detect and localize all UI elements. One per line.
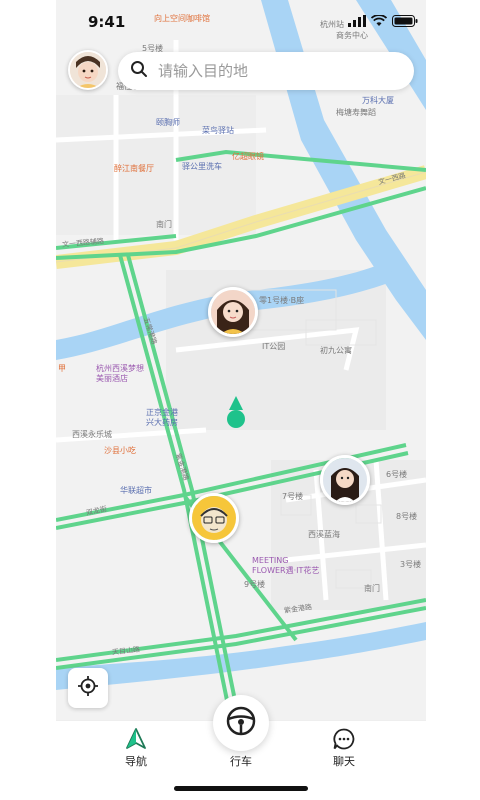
building-label: 3号楼: [400, 560, 422, 569]
user-avatar[interactable]: [68, 50, 108, 90]
poi-label[interactable]: IT公园: [262, 342, 285, 352]
battery-icon: [392, 12, 418, 31]
destination-search-bar[interactable]: [118, 52, 414, 90]
building-label: 6号楼: [386, 470, 408, 479]
friend-avatar[interactable]: [189, 493, 239, 543]
cellular-signal-icon: [348, 12, 366, 31]
chat-bubble-icon: [332, 727, 356, 755]
crosshair-icon: [77, 675, 99, 701]
status-time: 9:41: [88, 13, 126, 31]
poi-label[interactable]: 零1号楼·B座: [259, 296, 304, 306]
screen: 向上空间咖啡馆 杭州站 商务中心 万科大厦 梅塘寿舞蹈 福住小区 颐胸师 菜鸟驿…: [0, 0, 480, 800]
poi-label[interactable]: 兴大药房: [146, 418, 178, 428]
steering-wheel-icon: [225, 705, 257, 741]
building-label: 7号楼: [282, 492, 304, 501]
tab-label: 聊天: [333, 755, 355, 768]
friend-avatar[interactable]: [320, 455, 370, 505]
poi-label[interactable]: MEETING: [252, 556, 288, 566]
locate-me-button[interactable]: [68, 668, 108, 708]
poi-label[interactable]: 南门: [364, 584, 380, 594]
poi-label[interactable]: 梅塘寿舞蹈: [336, 108, 376, 118]
status-bar: 9:41: [56, 0, 426, 40]
poi-label[interactable]: 南门: [156, 220, 172, 230]
poi-label[interactable]: 甲: [58, 364, 66, 374]
poi-label[interactable]: 美丽酒店: [96, 374, 128, 384]
poi-label[interactable]: 醉江南餐厅: [114, 164, 154, 174]
poi-label[interactable]: FLOWER遇·IT花艺: [252, 566, 319, 576]
home-indicator: [174, 786, 308, 791]
poi-label[interactable]: 华联超市: [120, 486, 152, 496]
poi-label[interactable]: 颐胸师: [156, 118, 180, 128]
poi-label[interactable]: 初九公寓: [320, 346, 352, 356]
destination-search-input[interactable]: [158, 62, 388, 80]
poi-label[interactable]: 驿公里洗车: [182, 162, 222, 172]
poi-label[interactable]: 杭州西溪梦想: [96, 364, 144, 374]
search-icon: [130, 60, 148, 82]
poi-label[interactable]: 正京金港: [146, 408, 178, 418]
drive-button[interactable]: [213, 695, 269, 751]
poi-label[interactable]: 亿超眼镜: [232, 152, 264, 162]
poi-label[interactable]: 西溪永乐城: [72, 430, 112, 440]
building-label: 8号楼: [396, 512, 418, 521]
wifi-icon: [370, 12, 388, 31]
poi-label[interactable]: 万科大厦: [362, 96, 394, 106]
navigation-arrow-icon: [124, 727, 148, 755]
friend-avatar[interactable]: [208, 287, 258, 337]
phone-screen: 向上空间咖啡馆 杭州站 商务中心 万科大厦 梅塘寿舞蹈 福住小区 颐胸师 菜鸟驿…: [56, 0, 426, 800]
tab-label: 导航: [125, 755, 147, 768]
poi-label[interactable]: 沙县小吃: [104, 446, 136, 456]
tab-label: 行车: [230, 755, 252, 768]
map-view[interactable]: 向上空间咖啡馆 杭州站 商务中心 万科大厦 梅塘寿舞蹈 福住小区 颐胸师 菜鸟驿…: [56, 0, 426, 721]
building-label: 9号楼: [244, 580, 266, 589]
status-icons: [348, 12, 418, 31]
poi-label[interactable]: 西溪蓝海: [308, 530, 340, 540]
poi-label[interactable]: 菜鸟驿站: [202, 126, 234, 136]
